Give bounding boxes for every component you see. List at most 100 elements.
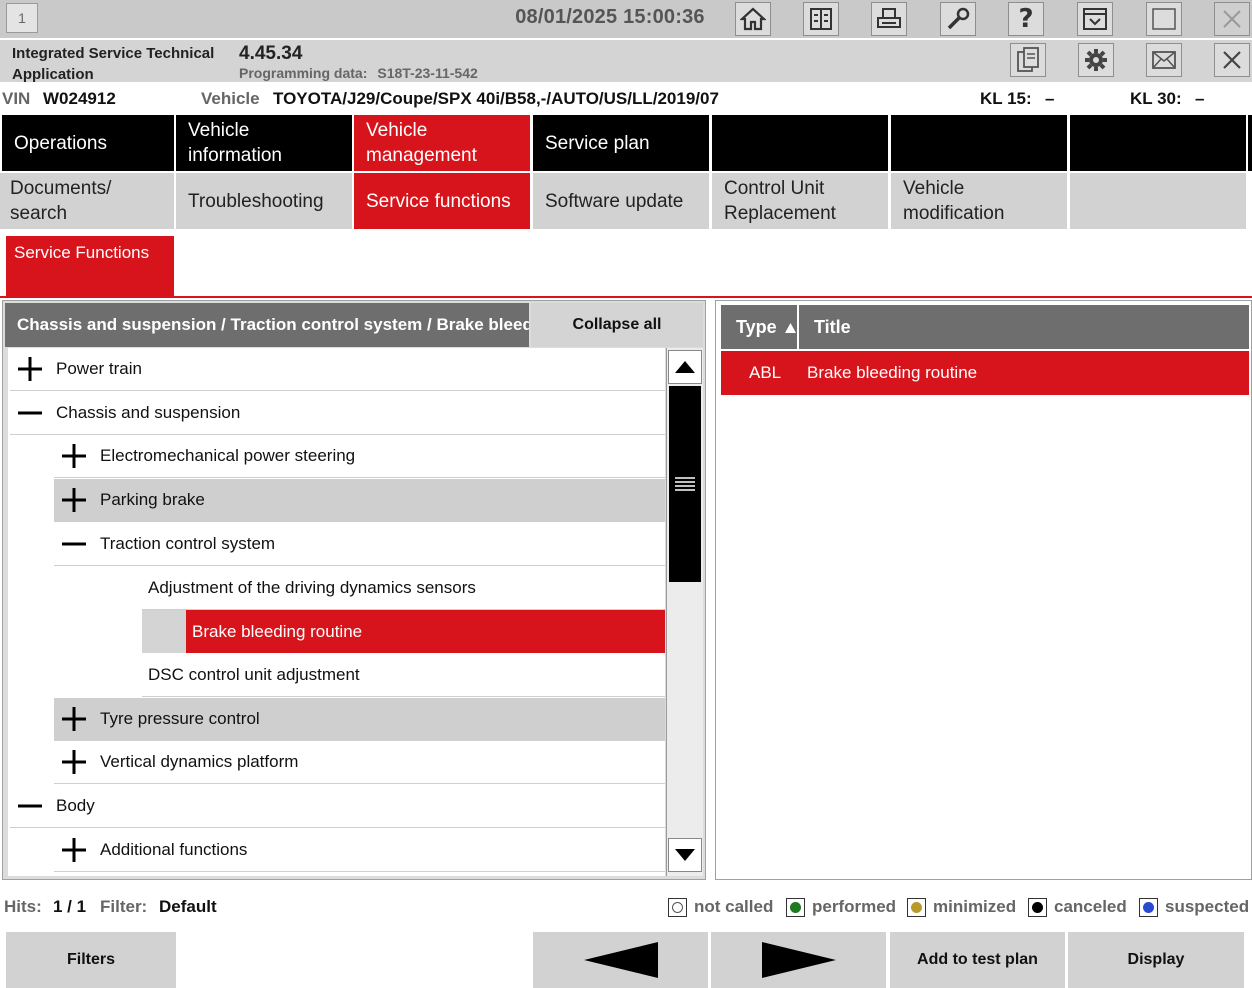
tree-item-label: Additional functions: [100, 840, 248, 859]
filter-label: Filter:: [100, 897, 148, 916]
tree-item[interactable]: DSC control unit adjustment: [142, 654, 665, 697]
panel-menu-button[interactable]: [1077, 2, 1113, 36]
legend-label: minimized: [933, 897, 1017, 916]
tab-empty-3[interactable]: [1070, 115, 1246, 171]
tree-item[interactable]: Electromechanical power steering: [54, 435, 665, 478]
subnav-documents-search[interactable]: Documents/ search: [0, 173, 174, 229]
tree-item[interactable]: Body: [10, 785, 665, 828]
tree-item[interactable]: Vertical dynamics platform: [54, 741, 665, 784]
tree-item[interactable]: Additional functions: [54, 829, 665, 872]
tree-item[interactable]: Chassis and suspension: [10, 392, 665, 435]
close-window-button[interactable]: [1214, 2, 1250, 36]
arrow-left-icon: [583, 942, 658, 978]
tab-vehicle-information[interactable]: Vehicle information: [176, 115, 352, 171]
triangle-down-icon: [675, 849, 695, 861]
tab-empty-2[interactable]: [891, 115, 1067, 171]
expand-plus-icon[interactable]: [54, 480, 94, 520]
tree-item-label: DSC control unit adjustment: [148, 665, 360, 684]
column-header-type[interactable]: Type: [721, 305, 799, 349]
add-to-test-plan-button[interactable]: Add to test plan: [890, 932, 1065, 988]
legend-not-called: not called: [668, 897, 773, 917]
app-info-bar: Integrated Service Technical Application…: [0, 40, 1252, 83]
settings-gear-icon: [1085, 49, 1107, 71]
subnav-service-functions[interactable]: Service functions: [354, 173, 530, 229]
scroll-up-button[interactable]: [668, 350, 702, 384]
previous-button[interactable]: [533, 932, 708, 988]
mail-button[interactable]: [1146, 43, 1182, 77]
hits-value: 1 / 1: [53, 897, 87, 916]
tree-item-label: Body: [56, 796, 95, 815]
subnav-software-update[interactable]: Software update: [533, 173, 709, 229]
next-button[interactable]: [711, 932, 886, 988]
service-function-list-panel: Type Title ABL Brake bleeding routine: [715, 300, 1252, 880]
column-type-label: Type: [736, 317, 777, 337]
status-bar: Hits: 1 / 1 Filter: Default not called p…: [0, 892, 1252, 922]
collapse-all-button[interactable]: Collapse all: [531, 303, 703, 347]
tree-item[interactable]: Adjustment of the driving dynamics senso…: [142, 567, 665, 610]
tools-button[interactable]: [940, 2, 976, 36]
tree-item-selected[interactable]: Brake bleeding routine: [186, 610, 665, 653]
tree-item-label: Traction control system: [100, 534, 276, 553]
kl15-value: –: [1045, 89, 1055, 108]
print-icon: [877, 8, 901, 28]
help-button[interactable]: ?: [1008, 2, 1044, 36]
window-button[interactable]: [1146, 2, 1182, 36]
status-not-called-icon: [668, 897, 687, 917]
function-tree: Power train Chassis and suspension Electro…: [8, 348, 665, 876]
expand-plus-icon[interactable]: [54, 742, 94, 782]
list-row-selected[interactable]: ABL Brake bleeding routine: [721, 351, 1249, 395]
tab-service-plan[interactable]: Service plan: [533, 115, 709, 171]
subnav-troubleshooting[interactable]: Troubleshooting: [176, 173, 352, 229]
vehicle-info-bar: VIN W024912 Vehicle TOYOTA/J29/Coupe/SPX…: [0, 82, 1252, 114]
subtab-service-functions[interactable]: Service Functions: [6, 236, 174, 296]
subnav-control-unit-replacement[interactable]: Control Unit Replacement: [712, 173, 888, 229]
print-button[interactable]: [871, 2, 907, 36]
subnav-empty[interactable]: [1070, 173, 1246, 229]
collapse-minus-icon[interactable]: [10, 393, 50, 433]
tree-item-label: Power train: [56, 359, 142, 378]
tab-divider: [0, 296, 1252, 298]
app-version: 4.45.34: [239, 43, 303, 64]
home-icon: [740, 7, 766, 31]
collapse-minus-icon[interactable]: [10, 786, 50, 826]
function-tree-panel: Chassis and suspension / Traction contro…: [2, 300, 706, 880]
wrench-icon: [947, 7, 970, 30]
legend-label: canceled: [1054, 897, 1127, 916]
home-button[interactable]: [735, 2, 771, 36]
tree-item[interactable]: Tyre pressure control: [54, 698, 665, 741]
expand-plus-icon[interactable]: [54, 699, 94, 739]
tree-item-label: Vertical dynamics platform: [100, 752, 299, 771]
tab-operations[interactable]: Operations: [2, 115, 174, 171]
vin-label: VIN: [2, 89, 31, 108]
expand-plus-icon[interactable]: [54, 436, 94, 476]
expand-plus-icon[interactable]: [54, 830, 94, 870]
tab-empty-1[interactable]: [712, 115, 888, 171]
tree-item-label: Parking brake: [100, 490, 205, 509]
expand-plus-icon[interactable]: [10, 349, 50, 389]
filters-button[interactable]: Filters: [6, 932, 176, 988]
legend-canceled: canceled: [1028, 897, 1127, 917]
tree-item[interactable]: Traction control system: [54, 523, 665, 566]
subnav-vehicle-modification[interactable]: Vehicle modification: [891, 173, 1067, 229]
window-number[interactable]: 1: [6, 3, 38, 33]
tree-item[interactable]: Power train: [10, 348, 665, 391]
settings-button[interactable]: [1078, 43, 1114, 77]
tree-item[interactable]: Parking brake: [54, 479, 665, 522]
ecu-info-button[interactable]: [803, 2, 839, 36]
filter-value: Default: [159, 897, 217, 916]
clipboard-button[interactable]: [1010, 43, 1046, 77]
status-canceled-icon: [1028, 897, 1047, 917]
tree-scrollbar[interactable]: [666, 348, 703, 876]
legend-performed: performed: [786, 897, 896, 917]
tree-item-label: Tyre pressure control: [100, 709, 260, 728]
scroll-thumb[interactable]: [669, 386, 701, 582]
status-performed-icon: [786, 897, 805, 917]
display-button[interactable]: Display: [1068, 932, 1244, 988]
collapse-minus-icon[interactable]: [54, 524, 94, 564]
scroll-down-button[interactable]: [668, 838, 702, 872]
hits-label: Hits:: [4, 897, 42, 916]
close-app-button[interactable]: [1214, 43, 1250, 77]
column-header-title[interactable]: Title: [801, 305, 1249, 349]
arrow-right-icon: [761, 942, 836, 978]
tab-vehicle-management[interactable]: Vehicle management: [354, 115, 530, 171]
